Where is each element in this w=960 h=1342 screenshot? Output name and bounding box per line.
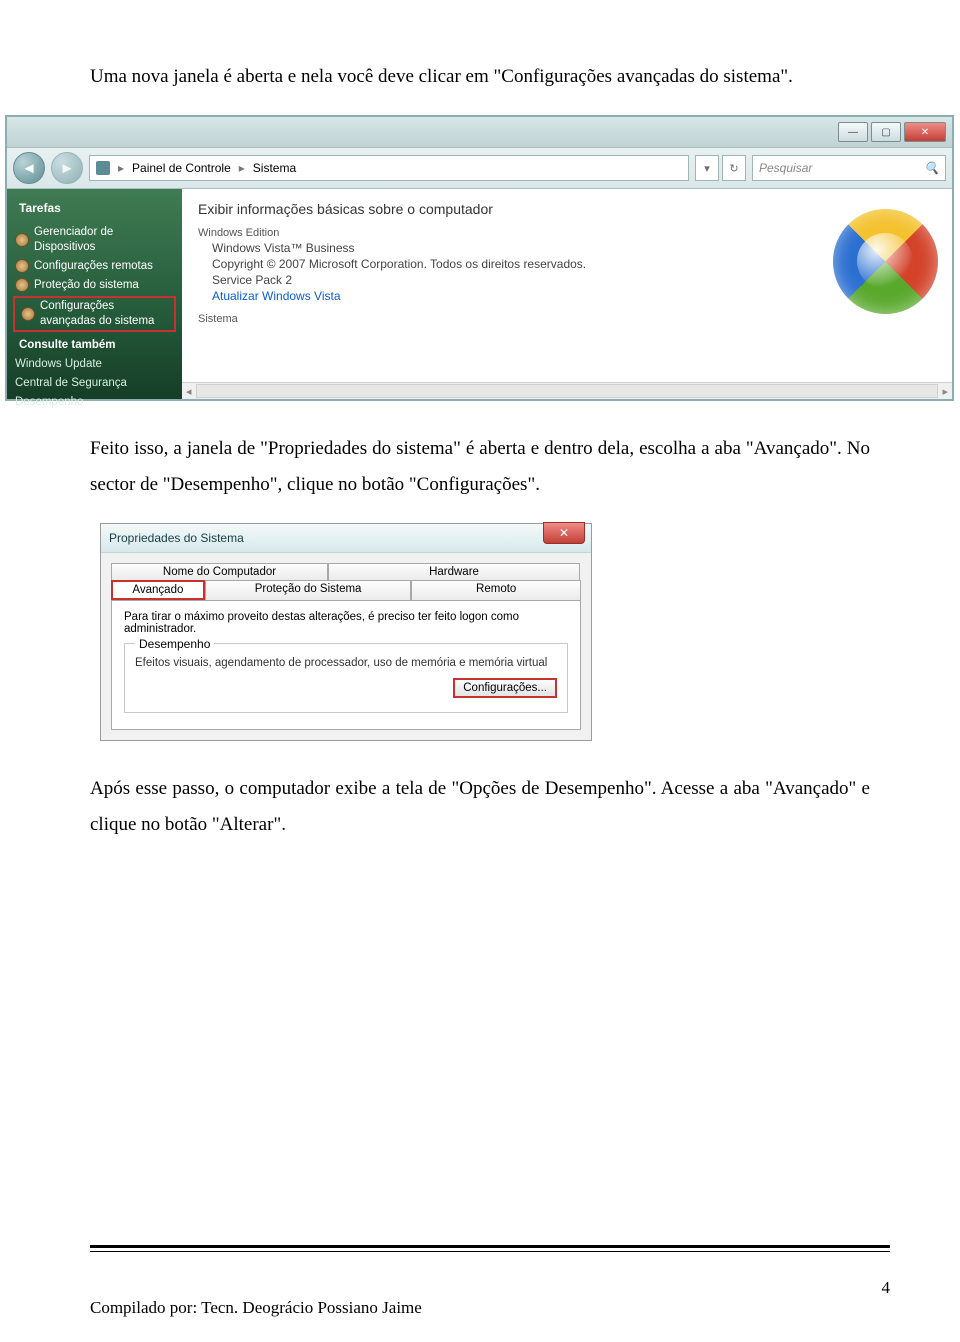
performance-fieldset: Desempenho Efeitos visuais, agendamento … [124,643,568,713]
paragraph-1: Uma nova janela é aberta e nela você dev… [90,59,870,95]
sidebar-label: Central de Segurança [15,376,127,391]
sidebar-header: Tarefas [7,197,182,223]
search-icon: 🔍 [924,161,939,175]
sidebar-label: Configurações avançadas do sistema [40,299,166,329]
bullet-icon [15,259,29,273]
footer-rule [90,1245,890,1252]
sidebar-item-advanced-settings[interactable]: Configurações avançadas do sistema [13,296,176,332]
settings-button[interactable]: Configurações... [453,678,557,698]
sidebar-item-device-manager[interactable]: Gerenciador de Dispositivos [7,223,182,257]
breadcrumb-item[interactable]: Painel de Controle [132,161,231,175]
nav-toolbar: ◄ ► Painel de Controle Sistema ▾ ↻ Pesqu… [7,148,952,189]
sidebar-label: Gerenciador de Dispositivos [34,225,172,255]
info-line: Windows Vista™ Business [212,241,936,255]
fieldset-description: Efeitos visuais, agendamento de processa… [135,656,557,672]
sidebar-label: Configurações remotas [34,259,153,274]
tab-pane: Para tirar o máximo proveito destas alte… [111,600,581,730]
bullet-icon [15,278,29,292]
tabs-container: Nome do Computador Hardware Avançado Pro… [101,553,591,600]
tab-system-protection[interactable]: Proteção do Sistema [205,580,412,600]
page-number: 4 [90,1278,890,1298]
info-line: Service Pack 2 [212,273,936,287]
tab-remote[interactable]: Remoto [411,580,581,600]
bullet-icon [21,307,35,321]
sidebar-label: Windows Update [15,357,102,372]
tab-advanced[interactable]: Avançado [111,580,205,600]
fieldset-legend: Desempenho [135,637,214,651]
tab-hardware[interactable]: Hardware [328,563,580,580]
content-pane: Exibir informações básicas sobre o compu… [182,189,952,399]
close-button[interactable]: ✕ [543,522,585,544]
sidebar-item-security-center[interactable]: Central de Segurança [7,374,182,393]
close-button[interactable]: ✕ [904,122,946,142]
sidebar-label: Desempenho [15,395,83,410]
refresh-button[interactable]: ↻ [722,155,746,181]
group-label: Windows Edition [198,227,936,239]
nav-forward-button[interactable]: ► [51,152,83,184]
breadcrumb-icon [96,161,110,175]
footer-author: Compilado por: Tecn. Deográcio Possiano … [90,1298,422,1318]
group-label: Sistema [198,313,936,325]
tab-computer-name[interactable]: Nome do Computador [111,563,328,580]
maximize-button[interactable]: ▢ [871,122,901,142]
window-titlebar: — ▢ ✕ [7,117,952,148]
screenshot-system-window: — ▢ ✕ ◄ ► Painel de Controle Sistema ▾ ↻… [5,115,954,401]
sidebar-label: Proteção do sistema [34,278,139,293]
update-link[interactable]: Atualizar Windows Vista [212,289,936,303]
intro-text: Para tirar o máximo proveito destas alte… [124,611,568,635]
content-heading: Exibir informações básicas sobre o compu… [198,201,936,217]
sidebar-item-windows-update[interactable]: Windows Update [7,355,182,374]
dialog-title: Propriedades do Sistema [109,531,244,545]
page-footer: 4 Compilado por: Tecn. Deográcio Possian… [90,1245,890,1318]
sidebar-item-system-protection[interactable]: Proteção do sistema [7,276,182,295]
nav-back-button[interactable]: ◄ [13,152,45,184]
info-line: Copyright © 2007 Microsoft Corporation. … [212,257,936,271]
chevron-right-icon [237,161,247,175]
tasks-sidebar: Tarefas Gerenciador de Dispositivos Conf… [7,189,182,399]
search-input[interactable]: Pesquisar 🔍 [752,155,946,181]
minimize-button[interactable]: — [838,122,868,142]
search-placeholder: Pesquisar [759,161,812,175]
paragraph-2: Feito isso, a janela de "Propriedades do… [90,431,870,503]
scroll-left-icon[interactable]: ◂ [186,385,192,398]
sidebar-item-performance[interactable]: Desempenho [7,393,182,412]
breadcrumb-item[interactable]: Sistema [253,161,296,175]
dialog-titlebar: Propriedades do Sistema ✕ [101,524,591,553]
bullet-icon [15,233,29,247]
dropdown-button[interactable]: ▾ [695,155,719,181]
sidebar-section-header: Consulte também [7,333,182,355]
paragraph-3: Após esse passo, o computador exibe a te… [90,771,870,843]
sidebar-item-remote-settings[interactable]: Configurações remotas [7,257,182,276]
address-bar[interactable]: Painel de Controle Sistema [89,155,689,181]
scroll-right-icon[interactable]: ▸ [942,385,948,398]
screenshot-system-properties: Propriedades do Sistema ✕ Nome do Comput… [100,523,592,741]
windows-logo-icon [833,209,938,314]
scrollbar-track[interactable] [196,384,939,398]
chevron-right-icon [116,161,126,175]
